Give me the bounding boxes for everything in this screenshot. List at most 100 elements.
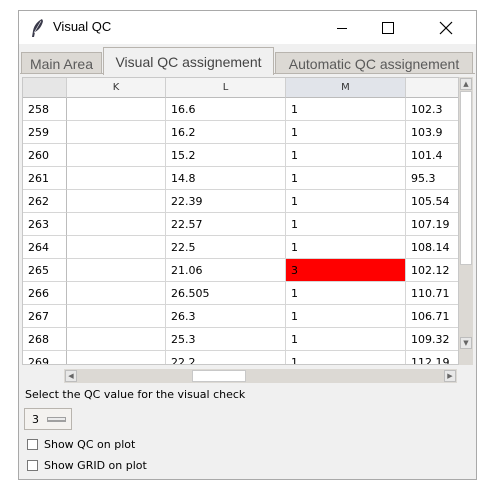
table-cell[interactable]: 109.32: [406, 328, 458, 351]
show-qc-checkbox[interactable]: [27, 439, 38, 450]
row-header[interactable]: 262: [23, 190, 67, 213]
horizontal-scroll-thumb[interactable]: [192, 370, 246, 382]
row-header[interactable]: 260: [23, 144, 67, 167]
table-cell[interactable]: 1: [286, 351, 406, 364]
table-cell[interactable]: 1: [286, 167, 406, 190]
row-header[interactable]: 268: [23, 328, 67, 351]
row-header[interactable]: 269: [23, 351, 67, 364]
table-cell[interactable]: [67, 236, 166, 259]
table-cell[interactable]: 1: [286, 328, 406, 351]
table-cell[interactable]: 1: [286, 121, 406, 144]
column-header-k[interactable]: K: [67, 78, 166, 98]
table-cell[interactable]: 110.71: [406, 282, 458, 305]
row-header[interactable]: 267: [23, 305, 67, 328]
table-cell[interactable]: 112.19: [406, 351, 458, 365]
table-cell[interactable]: [67, 282, 166, 305]
table-cell[interactable]: 1: [286, 98, 406, 121]
table-row[interactable]: 267 26.3 1 106.71: [23, 305, 458, 328]
table-cell[interactable]: 101.4: [406, 144, 458, 167]
table-row[interactable]: 258 16.6 1 102.3: [23, 98, 458, 121]
table-cell[interactable]: 102.3: [406, 98, 458, 121]
table-cell[interactable]: 102.12: [406, 259, 458, 282]
table-cell[interactable]: 16.2: [166, 121, 286, 144]
table-cell[interactable]: 1: [286, 305, 406, 328]
tab-visual-qc[interactable]: Visual QC assignement: [103, 47, 274, 75]
table-row[interactable]: 263 22.57 1 107.19: [23, 213, 458, 236]
title-bar: Visual QC: [19, 11, 476, 44]
table-row[interactable]: 262 22.39 1 105.54: [23, 190, 458, 213]
table-cell[interactable]: [67, 144, 166, 167]
column-header-n[interactable]: [406, 78, 458, 98]
table-cell[interactable]: 108.14: [406, 236, 458, 259]
table-cell[interactable]: 1: [286, 144, 406, 167]
scroll-up-arrow-icon[interactable]: ▲: [460, 78, 472, 90]
tab-label: Automatic QC assignement: [288, 55, 460, 72]
table-row[interactable]: 259 16.2 1 103.9: [23, 121, 458, 144]
table-row[interactable]: 269 22.2 1 112.19: [23, 351, 458, 365]
table-cell[interactable]: 16.6: [166, 98, 286, 121]
table-row[interactable]: 264 22.5 1 108.14: [23, 236, 458, 259]
row-header[interactable]: 263: [23, 213, 67, 236]
table-cell[interactable]: 26.505: [166, 282, 286, 305]
table-cell[interactable]: 107.19: [406, 213, 458, 236]
row-header[interactable]: 266: [23, 282, 67, 305]
vertical-scroll-thumb[interactable]: [460, 91, 472, 265]
table-cell[interactable]: 25.3: [166, 328, 286, 351]
show-qc-label: Show QC on plot: [44, 438, 136, 451]
table-cell[interactable]: 22.2: [166, 351, 286, 364]
table-row[interactable]: 268 25.3 1 109.32: [23, 328, 458, 351]
show-grid-checkbox[interactable]: [27, 460, 38, 471]
column-header-l[interactable]: L: [166, 78, 286, 98]
table-cell[interactable]: 1: [286, 213, 406, 236]
data-table[interactable]: K L M 258 16.6 1 102.3 259 16.2 1 103.9 260 15.2 1…: [22, 77, 459, 365]
table-cell[interactable]: 21.06: [166, 259, 286, 282]
table-cell[interactable]: [67, 213, 166, 236]
table-cell[interactable]: 22.57: [166, 213, 286, 236]
row-header[interactable]: 259: [23, 121, 67, 144]
maximize-button[interactable]: [365, 11, 411, 44]
column-header-label: K: [112, 82, 120, 93]
row-header[interactable]: 264: [23, 236, 67, 259]
scroll-down-arrow-icon[interactable]: ▼: [460, 337, 472, 349]
table-cell[interactable]: 1: [286, 282, 406, 305]
row-header[interactable]: 261: [23, 167, 67, 190]
table-cell[interactable]: [67, 121, 166, 144]
table-cell[interactable]: 14.8: [166, 167, 286, 190]
table-cell-flagged[interactable]: 3: [286, 259, 406, 282]
tab-main-area[interactable]: Main Area: [21, 52, 102, 74]
horizontal-scrollbar[interactable]: ◀ ▶: [64, 369, 457, 383]
table-cell[interactable]: 26.3: [166, 305, 286, 328]
close-button[interactable]: [423, 11, 469, 44]
column-header-label: L: [222, 82, 229, 93]
table-cell[interactable]: 15.2: [166, 144, 286, 167]
table-cell[interactable]: [67, 167, 166, 190]
table-cell[interactable]: [67, 328, 166, 351]
tab-automatic-qc[interactable]: Automatic QC assignement: [275, 52, 473, 74]
minimize-button[interactable]: [319, 11, 365, 44]
table-cell[interactable]: 1: [286, 236, 406, 259]
table-cell[interactable]: [67, 259, 166, 282]
table-cell[interactable]: [67, 351, 166, 364]
table-cell[interactable]: 95.3: [406, 167, 458, 190]
table-row[interactable]: 261 14.8 1 95.3: [23, 167, 458, 190]
column-header-m[interactable]: M: [286, 78, 406, 98]
table-cell[interactable]: [67, 305, 166, 328]
table-row[interactable]: 266 26.505 1 110.71: [23, 282, 458, 305]
vertical-scrollbar[interactable]: ▲ ▼: [459, 77, 473, 365]
table-cell[interactable]: [67, 98, 166, 121]
scroll-right-arrow-icon[interactable]: ▶: [444, 370, 456, 382]
scroll-left-arrow-icon[interactable]: ◀: [65, 370, 77, 382]
row-header[interactable]: 265: [23, 259, 67, 282]
table-cell[interactable]: [67, 190, 166, 213]
table-cell[interactable]: 103.9: [406, 121, 458, 144]
row-header[interactable]: 258: [23, 98, 67, 121]
table-cell[interactable]: 106.71: [406, 305, 458, 328]
table-cell[interactable]: 22.5: [166, 236, 286, 259]
table-cell[interactable]: 1: [286, 190, 406, 213]
table-cell[interactable]: 105.54: [406, 190, 458, 213]
qc-value-dropdown[interactable]: 3: [24, 408, 72, 430]
table-cell[interactable]: 22.39: [166, 190, 286, 213]
feather-icon: [32, 19, 43, 37]
table-row[interactable]: 265 21.06 3 102.12: [23, 259, 458, 282]
table-row[interactable]: 260 15.2 1 101.4: [23, 144, 458, 167]
